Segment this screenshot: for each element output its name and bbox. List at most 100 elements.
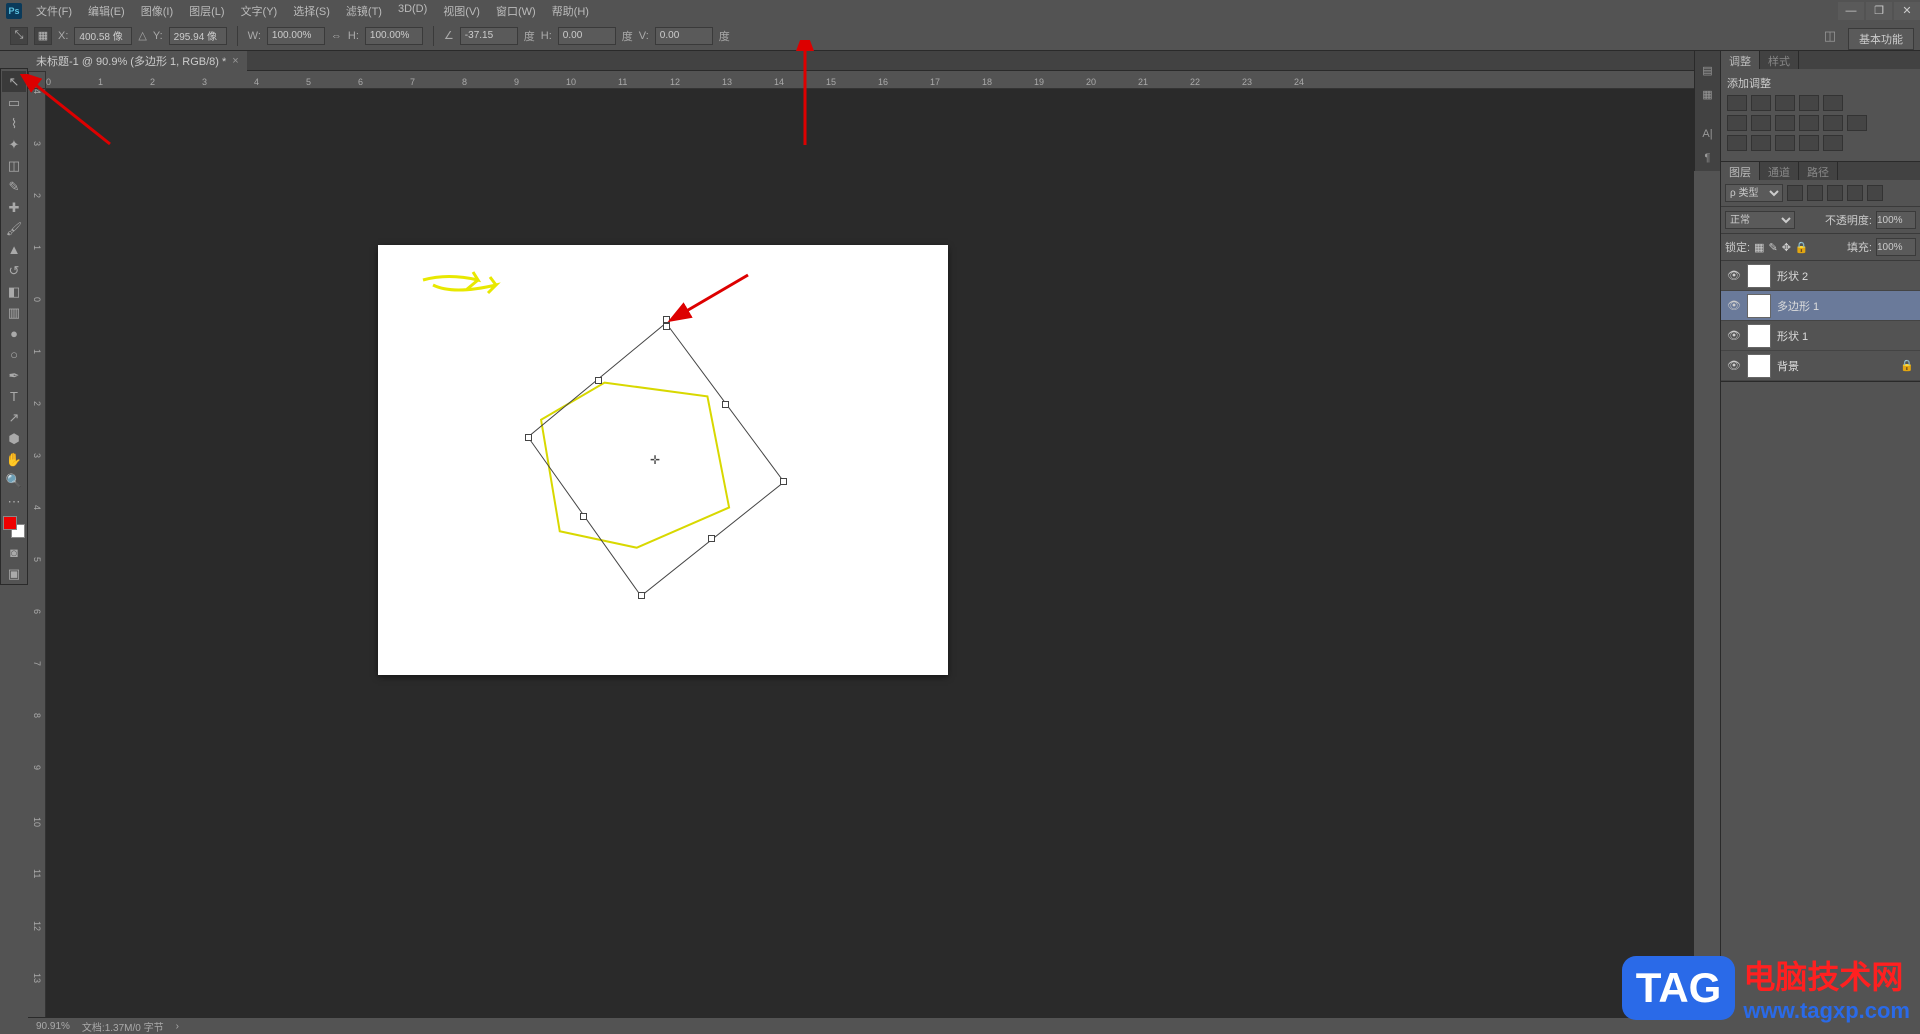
layer-visibility-icon[interactable]: 👁 xyxy=(1727,329,1741,342)
filter-shape-icon[interactable] xyxy=(1847,185,1863,201)
photo-filter-adjustment-icon[interactable] xyxy=(1799,115,1819,131)
reference-point-icon[interactable]: ▦ xyxy=(34,27,52,45)
angle-input[interactable] xyxy=(460,27,518,45)
layer-name[interactable]: 背景 xyxy=(1777,358,1799,374)
x-input[interactable] xyxy=(74,27,132,45)
vskew-input[interactable] xyxy=(655,27,713,45)
layer-visibility-icon[interactable]: 👁 xyxy=(1727,299,1741,312)
levels-adjustment-icon[interactable] xyxy=(1751,95,1771,111)
menu-4[interactable]: 文字(Y) xyxy=(233,1,286,21)
layer-name[interactable]: 形状 2 xyxy=(1777,268,1808,284)
healing-brush-tool[interactable]: ✚ xyxy=(2,197,26,218)
layer-name[interactable]: 形状 1 xyxy=(1777,328,1808,344)
menu-3[interactable]: 图层(L) xyxy=(181,1,232,21)
color-swatches[interactable] xyxy=(3,516,25,538)
ruler-origin[interactable] xyxy=(28,71,46,89)
close-button[interactable]: ✕ xyxy=(1894,2,1920,20)
crop-tool[interactable]: ◫ xyxy=(2,155,26,176)
w-input[interactable] xyxy=(267,27,325,45)
y-input[interactable] xyxy=(169,27,227,45)
curves-adjustment-icon[interactable] xyxy=(1775,95,1795,111)
menu-9[interactable]: 窗口(W) xyxy=(488,1,544,21)
pen-tool[interactable]: ✒ xyxy=(2,365,26,386)
link-wh-icon[interactable]: ⇔ xyxy=(331,30,342,42)
shape-tool[interactable]: ⬢ xyxy=(2,428,26,449)
blur-tool[interactable]: ● xyxy=(2,323,26,344)
selective-color-adjustment-icon[interactable] xyxy=(1823,135,1843,151)
menu-0[interactable]: 文件(F) xyxy=(28,1,80,21)
edit-toolbar-icon[interactable]: ⋯ xyxy=(2,491,26,512)
hue-adjustment-icon[interactable] xyxy=(1727,115,1747,131)
path-selection-tool[interactable]: ↗ xyxy=(2,407,26,428)
adjustments-tab[interactable]: 调整 xyxy=(1721,51,1760,69)
filter-smart-icon[interactable] xyxy=(1867,185,1883,201)
filter-pixel-icon[interactable] xyxy=(1787,185,1803,201)
vibrance-adjustment-icon[interactable] xyxy=(1823,95,1843,111)
history-panel-icon[interactable]: ▤ xyxy=(1697,59,1719,81)
menu-1[interactable]: 编辑(E) xyxy=(80,1,133,21)
menu-8[interactable]: 视图(V) xyxy=(435,1,488,21)
gradient-tool[interactable]: ▥ xyxy=(2,302,26,323)
zoom-tool[interactable]: 🔍 xyxy=(2,470,26,491)
filter-type-icon[interactable] xyxy=(1827,185,1843,201)
canvas[interactable]: ✛ xyxy=(378,245,948,675)
brush-tool[interactable]: 🖌 xyxy=(2,218,26,239)
brightness-adjustment-icon[interactable] xyxy=(1727,95,1747,111)
marquee-tool[interactable]: ▭ xyxy=(2,92,26,113)
menu-2[interactable]: 图像(I) xyxy=(133,1,181,21)
eyedropper-tool[interactable]: ✎ xyxy=(2,176,26,197)
menu-6[interactable]: 滤镜(T) xyxy=(338,1,390,21)
minimize-button[interactable]: — xyxy=(1838,2,1864,20)
layer-row-1[interactable]: 👁 多边形 1 xyxy=(1721,291,1920,321)
bw-adjustment-icon[interactable] xyxy=(1775,115,1795,131)
magic-wand-tool[interactable]: ✦ xyxy=(2,134,26,155)
screen-mode-icon[interactable]: ▣ xyxy=(2,563,26,584)
paragraph-panel-icon[interactable]: ¶ xyxy=(1697,147,1719,169)
dodge-tool[interactable]: ○ xyxy=(2,344,26,365)
layer-thumbnail[interactable] xyxy=(1747,294,1771,318)
layers-tab[interactable]: 图层 xyxy=(1721,162,1760,180)
threshold-adjustment-icon[interactable] xyxy=(1775,135,1795,151)
maximize-button[interactable]: ❐ xyxy=(1866,2,1892,20)
layer-name[interactable]: 多边形 1 xyxy=(1777,298,1819,314)
filter-adjust-icon[interactable] xyxy=(1807,185,1823,201)
xy-delta-icon[interactable]: △ xyxy=(138,29,146,42)
stamp-tool[interactable]: ▲ xyxy=(2,239,26,260)
gradient-map-adjustment-icon[interactable] xyxy=(1799,135,1819,151)
character-panel-icon[interactable]: A| xyxy=(1697,123,1719,145)
lock-pixels-icon[interactable]: ✎ xyxy=(1768,241,1777,254)
lock-position-icon[interactable]: ✥ xyxy=(1782,241,1791,254)
transform-tool-icon[interactable]: ⤡ xyxy=(10,27,28,45)
hskew-input[interactable] xyxy=(558,27,616,45)
layer-row-0[interactable]: 👁 形状 2 xyxy=(1721,261,1920,291)
layer-row-2[interactable]: 👁 形状 1 xyxy=(1721,321,1920,351)
channel-mixer-adjustment-icon[interactable] xyxy=(1823,115,1843,131)
canvas-viewport[interactable]: ✛ xyxy=(46,89,1694,1017)
menu-5[interactable]: 选择(S) xyxy=(285,1,338,21)
eraser-tool[interactable]: ◧ xyxy=(2,281,26,302)
history-brush-tool[interactable]: ↺ xyxy=(2,260,26,281)
color-lookup-adjustment-icon[interactable] xyxy=(1847,115,1867,131)
zoom-level[interactable]: 90.91% xyxy=(36,1021,70,1032)
posterize-adjustment-icon[interactable] xyxy=(1751,135,1771,151)
close-tab-icon[interactable]: × xyxy=(232,55,238,67)
invert-adjustment-icon[interactable] xyxy=(1727,135,1747,151)
quick-mask-icon[interactable]: ◙ xyxy=(2,542,26,563)
lasso-tool[interactable]: ⌇ xyxy=(2,113,26,134)
layer-visibility-icon[interactable]: 👁 xyxy=(1727,269,1741,282)
layer-thumbnail[interactable] xyxy=(1747,264,1771,288)
horizontal-ruler[interactable]: 0123456789101112131415161718192021222324 xyxy=(46,71,1694,89)
hand-tool[interactable]: ✋ xyxy=(2,449,26,470)
lock-transparency-icon[interactable]: ▦ xyxy=(1754,241,1764,254)
swatches-panel-icon[interactable]: ▦ xyxy=(1697,83,1719,105)
move-tool[interactable]: ↖ xyxy=(2,71,26,92)
layer-thumbnail[interactable] xyxy=(1747,324,1771,348)
warp-mode-icon[interactable]: ◫ xyxy=(1820,26,1840,46)
layer-filter-select[interactable]: ρ 类型 xyxy=(1725,184,1783,202)
doc-size[interactable]: 文档:1.37M/0 字节 xyxy=(82,1019,164,1034)
layer-visibility-icon[interactable]: 👁 xyxy=(1727,359,1741,372)
menu-10[interactable]: 帮助(H) xyxy=(544,1,597,21)
styles-tab[interactable]: 样式 xyxy=(1760,51,1799,69)
paths-tab[interactable]: 路径 xyxy=(1799,162,1838,180)
opacity-input[interactable] xyxy=(1876,211,1916,229)
